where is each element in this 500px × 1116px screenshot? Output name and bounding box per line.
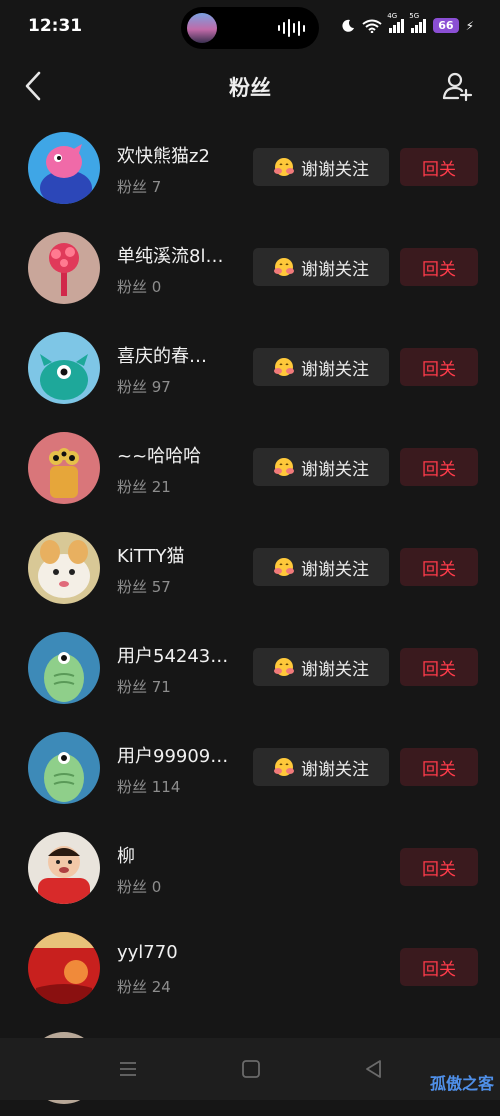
fan-row[interactable]: 欢快熊猫z2 粉丝 7 谢谢关注 回关 [0,116,500,216]
follow-back-button[interactable]: 回关 [400,248,478,286]
fans-count: 粉丝 57 [117,578,171,596]
thank-you-label: 谢谢关注 [301,659,369,680]
status-bar: 12:31 4G 5G 66 ⚡ [0,0,500,56]
avatar[interactable] [28,432,100,504]
follow-back-button[interactable]: 回关 [400,148,478,186]
follow-back-button[interactable]: 回关 [400,948,478,986]
avatar[interactable] [28,632,100,704]
avatar[interactable] [28,332,100,404]
thank-you-label: 谢谢关注 [301,359,369,380]
moon-icon [342,19,355,32]
wifi-icon [362,19,382,33]
avatar[interactable] [28,932,100,1004]
fans-count: 粉丝 21 [117,478,171,496]
hug-emoji-icon [274,658,294,676]
status-time: 12:31 [28,16,83,36]
fan-row[interactable]: KiTTY猫 粉丝 57 谢谢关注 回关 [0,516,500,616]
fan-row[interactable]: 喜庆的春… 粉丝 97 谢谢关注 回关 [0,316,500,416]
thank-you-button[interactable]: 谢谢关注 [253,148,389,186]
follow-back-button[interactable]: 回关 [400,448,478,486]
fan-row[interactable]: 单纯溪流8l… 粉丝 0 谢谢关注 回关 [0,216,500,316]
fans-count: 粉丝 0 [117,878,162,896]
hug-emoji-icon [274,558,294,576]
thank-you-button[interactable]: 谢谢关注 [253,348,389,386]
audio-wave-icon [278,19,305,37]
fans-count: 粉丝 97 [117,378,171,396]
follow-back-button[interactable]: 回关 [400,648,478,686]
user-name[interactable]: 用户99909… [117,742,228,768]
fans-count: 粉丝 114 [117,778,181,796]
user-name[interactable]: 单纯溪流8l… [117,242,223,268]
home-icon[interactable] [240,1058,262,1080]
hug-emoji-icon [274,358,294,376]
fans-count: 粉丝 7 [117,178,162,196]
thank-you-button[interactable]: 谢谢关注 [253,448,389,486]
fan-row[interactable]: 柳 粉丝 0 回关 [0,816,500,916]
fan-row[interactable]: 用户99909… 粉丝 114 谢谢关注 回关 [0,716,500,816]
thank-you-button[interactable]: 谢谢关注 [253,748,389,786]
user-name[interactable]: 柳 [117,842,135,868]
hug-emoji-icon [274,158,294,176]
user-name[interactable]: 用户54243… [117,642,228,668]
fan-row[interactable]: ~~哈哈哈 粉丝 21 谢谢关注 回关 [0,416,500,516]
signal-5g-icon: 5G [409,12,427,33]
fans-list: 欢快熊猫z2 粉丝 7 谢谢关注 回关 单纯溪流8l… 粉丝 0 谢谢关注 回关… [0,116,500,1116]
battery-level: 66 [433,18,459,33]
hug-emoji-icon [274,458,294,476]
signal-4g-label: 4G [387,11,398,20]
fans-count: 粉丝 71 [117,678,171,696]
system-nav-bar: 孤傲之客 [0,1038,500,1100]
thank-you-label: 谢谢关注 [301,459,369,480]
thank-you-label: 谢谢关注 [301,559,369,580]
fan-row[interactable]: yyl770 粉丝 24 回关 [0,916,500,1016]
follow-back-button[interactable]: 回关 [400,848,478,886]
signal-4g-icon: 4G [387,12,405,33]
follow-back-button[interactable]: 回关 [400,548,478,586]
thank-you-button[interactable]: 谢谢关注 [253,248,389,286]
watermark: 孤傲之客 [429,1074,494,1093]
hug-emoji-icon [274,758,294,776]
signal-5g-label: 5G [409,11,420,20]
user-name[interactable]: 欢快熊猫z2 [117,142,210,168]
dynamic-island[interactable] [181,7,319,49]
follow-back-button[interactable]: 回关 [400,348,478,386]
thank-you-button[interactable]: 谢谢关注 [253,548,389,586]
page-header: 粉丝 [0,56,500,116]
now-playing-thumbnail [187,13,217,43]
charging-bolt-icon: ⚡ [465,18,474,33]
user-name[interactable]: 喜庆的春… [117,342,207,368]
thank-you-label: 谢谢关注 [301,259,369,280]
menu-icon[interactable] [117,1058,139,1080]
thank-you-label: 谢谢关注 [301,159,369,180]
fans-count: 粉丝 0 [117,278,162,296]
thank-you-button[interactable]: 谢谢关注 [253,648,389,686]
avatar[interactable] [28,832,100,904]
user-name[interactable]: yyl770 [117,942,178,963]
add-friend-icon[interactable] [442,70,474,102]
avatar[interactable] [28,232,100,304]
page-title: 粉丝 [229,76,271,100]
avatar[interactable] [28,132,100,204]
fan-row[interactable]: 用户54243… 粉丝 71 谢谢关注 回关 [0,616,500,716]
follow-back-button[interactable]: 回关 [400,748,478,786]
avatar[interactable] [28,532,100,604]
user-name[interactable]: KiTTY猫 [117,542,184,568]
fans-count: 粉丝 24 [117,978,171,996]
user-name[interactable]: ~~哈哈哈 [117,442,201,468]
back-triangle-icon[interactable] [363,1058,385,1080]
hug-emoji-icon [274,258,294,276]
thank-you-label: 谢谢关注 [301,759,369,780]
avatar[interactable] [28,732,100,804]
